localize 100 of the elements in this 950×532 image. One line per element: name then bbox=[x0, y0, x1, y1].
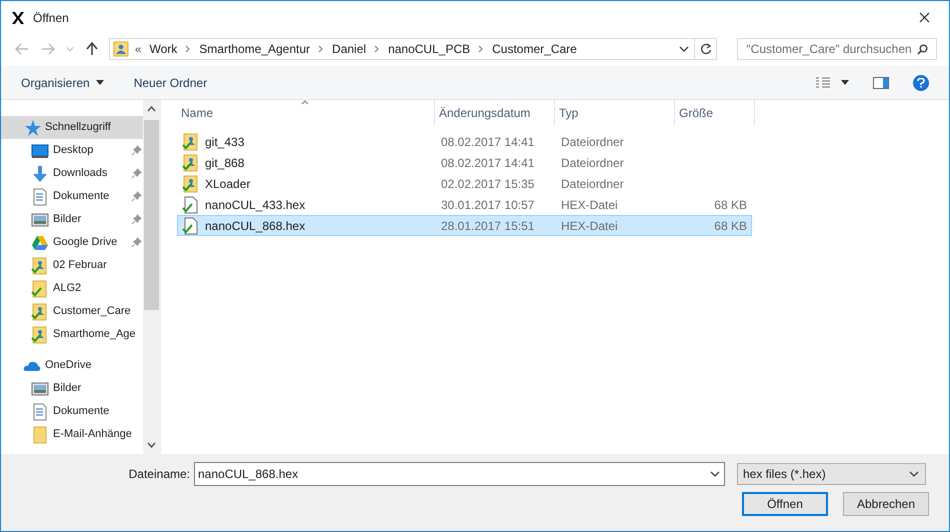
document-icon bbox=[31, 188, 49, 206]
filename-dropdown-button[interactable] bbox=[710, 469, 720, 479]
breadcrumb[interactable]: Work bbox=[150, 40, 178, 58]
help-icon bbox=[917, 78, 925, 88]
chevron-right-icon bbox=[185, 45, 192, 53]
navigation-item[interactable]: Downloads bbox=[1, 162, 144, 185]
caret-down-icon bbox=[841, 80, 849, 85]
file-row[interactable]: XLoader 02.02.2017 15:35 Dateiordner bbox=[177, 173, 752, 194]
navigation-label: Downloads bbox=[53, 166, 108, 182]
file-type: Dateiordner bbox=[560, 154, 625, 172]
chevron-down-icon bbox=[710, 469, 720, 479]
navigation-item[interactable]: Dokumente bbox=[1, 400, 144, 423]
scroll-down-icon bbox=[147, 442, 156, 448]
synced-folder-icon bbox=[182, 174, 200, 192]
navigation-item[interactable]: Dokumente bbox=[1, 185, 144, 208]
file-icon bbox=[182, 196, 200, 214]
navigation-label: Bilder bbox=[53, 381, 82, 396]
breadcrumb[interactable]: Customer_Care bbox=[492, 40, 577, 58]
star-icon bbox=[23, 118, 41, 136]
new-folder-button[interactable]: Neuer Ordner bbox=[134, 74, 208, 92]
modified-date: 08.02.2017 14:41 bbox=[440, 134, 536, 150]
navigation-item[interactable]: Desktop bbox=[1, 139, 144, 162]
synced-folder-icon bbox=[31, 326, 49, 344]
chevron-right-icon bbox=[374, 45, 380, 53]
modified-date: 28.01.2017 15:51 bbox=[440, 218, 536, 234]
refresh-icon bbox=[700, 43, 712, 55]
navigation-label: E-Mail-Anhänge bbox=[53, 427, 132, 442]
file-name: git_433 bbox=[205, 134, 244, 150]
navigation-label: Dokumente bbox=[53, 404, 110, 420]
navigation-item[interactable]: Customer_Care bbox=[1, 300, 144, 323]
picture-icon bbox=[31, 380, 49, 398]
search-field[interactable]: "Customer_Care" durchsuchen bbox=[737, 38, 937, 60]
document-icon bbox=[31, 402, 49, 420]
file-icon bbox=[182, 216, 200, 234]
file-size: 68 KB bbox=[714, 196, 748, 214]
back-arrow-icon bbox=[14, 43, 29, 55]
breadcrumb[interactable]: Smarthome_Agentur bbox=[199, 40, 310, 58]
file-row[interactable]: nanoCUL_868.hex 28.01.2017 15:51 HEX-Datei 68 KB bbox=[177, 215, 752, 236]
window-title: Öffnen bbox=[33, 10, 69, 26]
navigation-label: OneDrive bbox=[45, 358, 92, 374]
modified-date: 08.02.2017 14:41 bbox=[440, 154, 536, 172]
navigation-label: ALG2 bbox=[53, 281, 82, 296]
modified-date: 02.02.2017 15:35 bbox=[440, 176, 536, 192]
search-icon bbox=[916, 44, 928, 54]
help-button[interactable] bbox=[913, 74, 929, 90]
close-icon bbox=[918, 12, 930, 23]
synced-folder-icon bbox=[31, 256, 49, 274]
column-header[interactable]: Name bbox=[177, 100, 435, 126]
navigation-item[interactable]: E-Mail-Anhänge bbox=[1, 423, 144, 446]
file-type: Dateiordner bbox=[560, 176, 625, 192]
navigation-item[interactable]: Smarthome_Age bbox=[1, 323, 144, 346]
open-button[interactable]: Öffnen bbox=[742, 492, 828, 516]
navigation-label: Google Drive bbox=[53, 235, 118, 250]
file-name: XLoader bbox=[205, 176, 250, 192]
navigation-item[interactable]: Bilder bbox=[1, 377, 144, 400]
user-folder-icon bbox=[112, 41, 129, 57]
scrollbar-thumb[interactable] bbox=[144, 120, 160, 310]
up-arrow-icon bbox=[86, 42, 98, 56]
breadcrumb[interactable]: Daniel bbox=[332, 40, 366, 58]
column-header[interactable]: Änderungsdatum bbox=[435, 100, 555, 126]
modified-date: 30.01.2017 10:57 bbox=[440, 196, 536, 214]
navigation-item[interactable]: Schnellzugriff bbox=[1, 116, 144, 139]
column-header[interactable]: Typ bbox=[555, 100, 675, 126]
triangle-logo-icon bbox=[31, 234, 49, 252]
navigation-item[interactable]: Google Drive bbox=[1, 231, 144, 254]
preview-pane-icon bbox=[873, 76, 889, 88]
preview-pane-button[interactable] bbox=[873, 76, 889, 88]
overflow-chevron[interactable]: « bbox=[134, 40, 142, 58]
forward-arrow-icon bbox=[40, 43, 55, 55]
navigation-label: 02 Februar bbox=[53, 258, 107, 274]
navigation-item[interactable]: ALG2 bbox=[1, 277, 144, 300]
scrollbar[interactable] bbox=[143, 100, 160, 454]
synced-folder-icon bbox=[182, 132, 200, 150]
navigation-item[interactable]: Bilder bbox=[1, 208, 144, 231]
file-name: nanoCUL_868.hex bbox=[205, 218, 306, 234]
file-row[interactable]: git_433 08.02.2017 14:41 Dateiordner bbox=[177, 131, 752, 152]
navigation-item[interactable]: 02 Februar bbox=[1, 254, 144, 277]
organize-menu-button[interactable]: Organisieren bbox=[21, 74, 104, 92]
folder-icon bbox=[31, 426, 49, 444]
file-type: Dateiordner bbox=[560, 134, 625, 150]
navigation-item[interactable]: OneDrive bbox=[1, 354, 144, 377]
column-header[interactable]: Größe bbox=[675, 100, 755, 126]
chevron-down-icon bbox=[909, 469, 919, 479]
navigation-label: Dokumente bbox=[53, 189, 110, 204]
file-row[interactable]: git_868 08.02.2017 14:41 Dateiordner bbox=[177, 152, 752, 173]
synced-folder-icon bbox=[31, 280, 49, 298]
navigation-label: Smarthome_Age bbox=[53, 327, 136, 342]
app-logo-icon bbox=[11, 10, 25, 24]
down-arrow-icon bbox=[31, 164, 49, 182]
filename-field[interactable]: nanoCUL_868.hex bbox=[198, 465, 710, 483]
file-type-dropdown[interactable]: hex files (*.hex) bbox=[737, 463, 926, 485]
cancel-button[interactable]: Abbrechen bbox=[843, 492, 929, 516]
breadcrumb[interactable]: nanoCUL_PCB bbox=[388, 40, 470, 58]
view-options-button[interactable] bbox=[815, 76, 849, 88]
address-bar[interactable]: « Work Smarthome_Agentur Daniel nanoCUL_PCB Customer_Care bbox=[108, 38, 718, 60]
file-row[interactable]: nanoCUL_433.hex 30.01.2017 10:57 HEX-Datei 68 KB bbox=[177, 194, 752, 215]
filename-combo-box[interactable]: nanoCUL_868.hex bbox=[194, 462, 725, 486]
chevron-down-icon bbox=[66, 45, 74, 53]
chevron-down-icon bbox=[679, 44, 690, 54]
chevron-right-icon bbox=[478, 45, 484, 53]
